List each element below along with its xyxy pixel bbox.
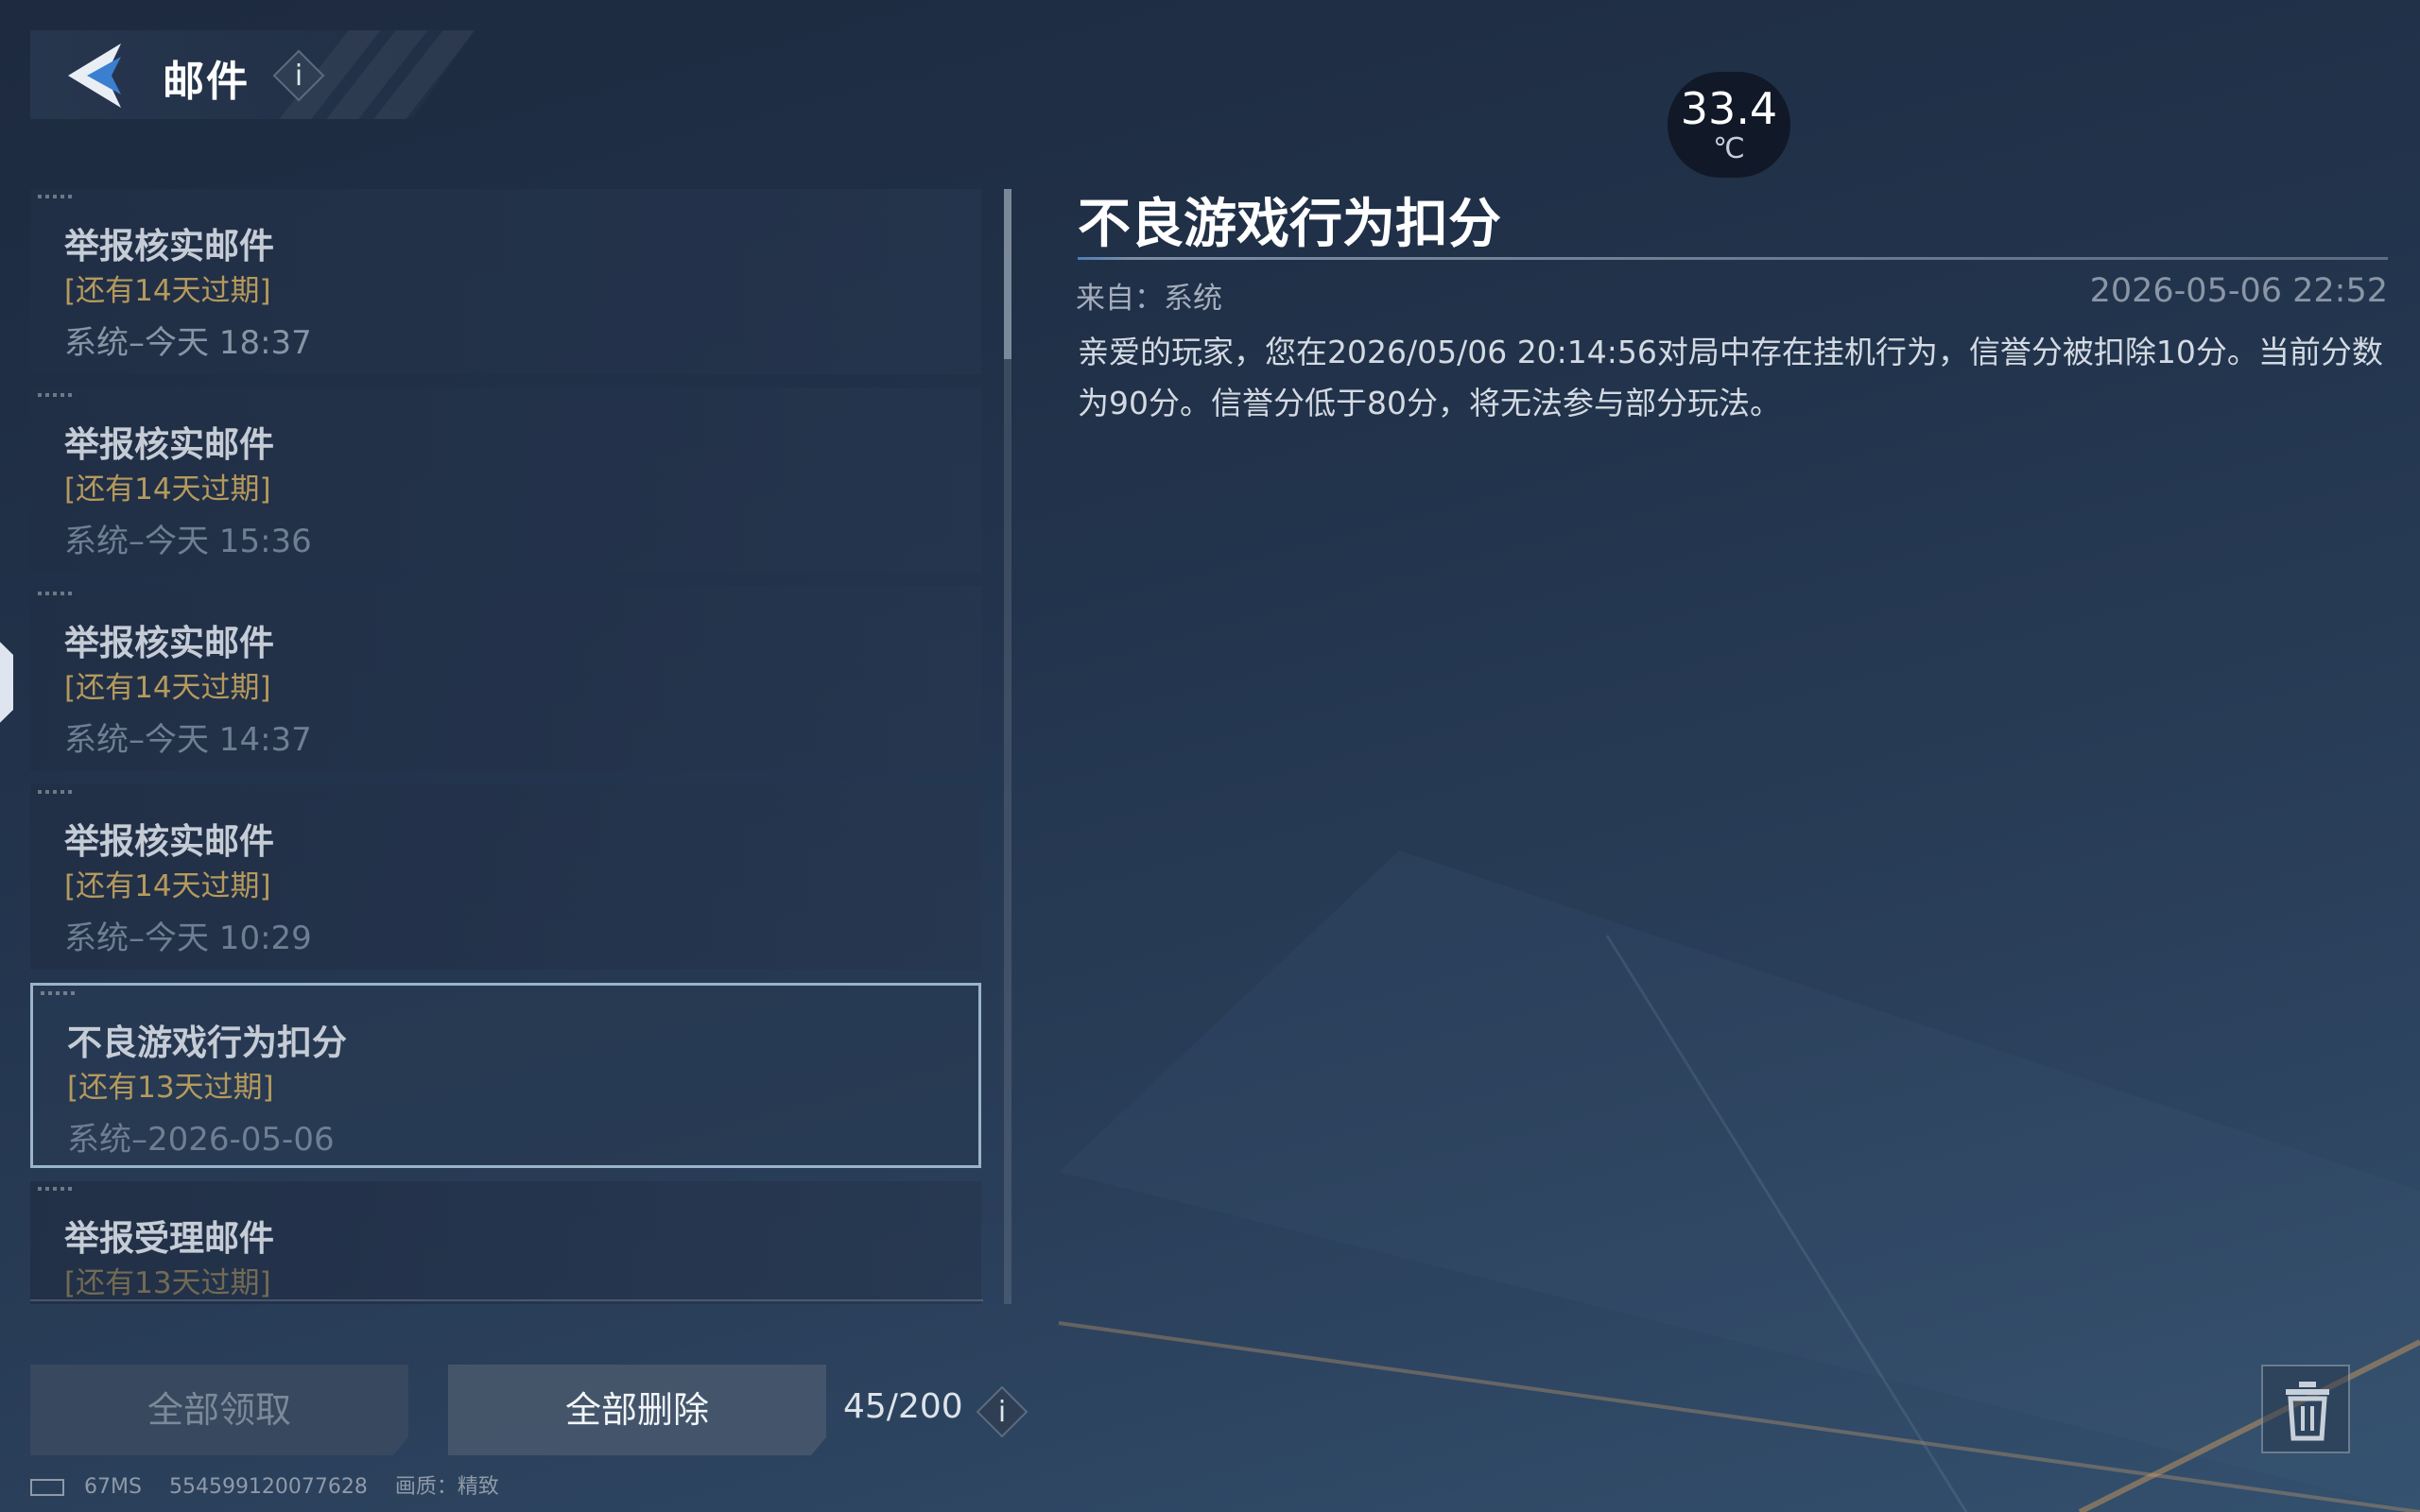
temperature-value: 33.4 <box>1680 83 1778 134</box>
back-arrow-icon <box>68 43 121 108</box>
detail-title: 不良游戏行为扣分 <box>1078 194 1501 255</box>
mail-item[interactable]: 举报核实邮件 [还有14天过期] 系统–今天 10:29 <box>30 784 981 970</box>
delete-all-button[interactable]: 全部删除 <box>448 1365 826 1455</box>
mail-title: 举报核实邮件 <box>64 623 274 663</box>
mail-title: 举报核实邮件 <box>64 821 274 862</box>
mail-expire: [还有13天过期] <box>64 1266 271 1300</box>
detail-body: 亲爱的玩家，您在2026/05/06 20:14:56对局中存在挂机行为，信誉分… <box>1078 334 2383 421</box>
mail-item[interactable]: 举报核实邮件 [还有14天过期] 系统–今天 18:37 <box>30 189 981 374</box>
ping-value: 67MS <box>84 1475 142 1499</box>
mail-expire: [还有14天过期] <box>64 472 271 507</box>
temperature-unit: ℃ <box>1713 132 1745 165</box>
mail-expire: [还有14天过期] <box>64 869 271 903</box>
claim-all-button[interactable]: 全部领取 <box>30 1365 408 1455</box>
mail-meta: 系统–今天 15:36 <box>64 523 312 560</box>
detail-timestamp: 2026-05-06 22:52 <box>2089 272 2388 310</box>
mail-expire: [还有14天过期] <box>64 274 271 308</box>
delete-mail-button[interactable] <box>2261 1365 2350 1453</box>
detail-sender: 来自：系统 <box>1076 282 1222 316</box>
mail-expire: [还有13天过期] <box>67 1071 274 1105</box>
mail-title: 举报核实邮件 <box>64 226 274 266</box>
battery-icon <box>30 1479 64 1496</box>
side-drawer-tab[interactable] <box>0 627 13 737</box>
list-divider <box>30 1299 983 1301</box>
svg-text:i: i <box>998 1396 1006 1429</box>
mail-title: 举报受理邮件 <box>64 1218 274 1259</box>
temperature-badge: 33.4 ℃ <box>1668 72 1790 178</box>
info-button[interactable]: i <box>272 49 325 102</box>
trash-icon <box>2286 1382 2329 1441</box>
mail-count: 45/200 <box>843 1387 963 1426</box>
mail-meta: 系统–今天 18:37 <box>64 324 312 362</box>
mail-list: 举报核实邮件 [还有14天过期] 系统–今天 18:37 举报核实邮件 [还有1… <box>30 189 985 1304</box>
mail-item-selected[interactable]: 不良游戏行为扣分 [还有13天过期] 系统–2026-05-06 <box>30 983 981 1168</box>
status-bar: 67MS 554599120077628 画质：精致 <box>30 1469 520 1500</box>
quality-setting: 画质：精致 <box>394 1475 499 1499</box>
mail-meta: 系统–2026-05-06 <box>67 1121 335 1159</box>
info-icon: i <box>976 1385 1028 1438</box>
info-icon: i <box>272 49 325 102</box>
mail-meta: 系统–今天 10:29 <box>64 919 312 957</box>
back-button[interactable] <box>62 40 129 112</box>
mail-meta: 系统–今天 14:37 <box>64 721 312 759</box>
mail-item[interactable]: 举报核实邮件 [还有14天过期] 系统–今天 14:37 <box>30 586 981 771</box>
detail-title-underline <box>1078 257 2388 260</box>
mail-title: 举报核实邮件 <box>64 424 274 465</box>
player-id: 554599120077628 <box>168 1475 368 1499</box>
mail-item[interactable]: 举报核实邮件 [还有14天过期] 系统–今天 15:36 <box>30 387 981 573</box>
mail-item[interactable]: 举报受理邮件 [还有13天过期] <box>30 1181 981 1304</box>
mail-list-scroll-thumb[interactable] <box>1004 189 1011 359</box>
mail-expire: [还有14天过期] <box>64 671 271 705</box>
mail-title: 不良游戏行为扣分 <box>67 1022 347 1063</box>
svg-text:i: i <box>295 60 302 93</box>
mail-count-info-button[interactable]: i <box>976 1385 1028 1438</box>
page-title: 邮件 <box>163 58 250 106</box>
